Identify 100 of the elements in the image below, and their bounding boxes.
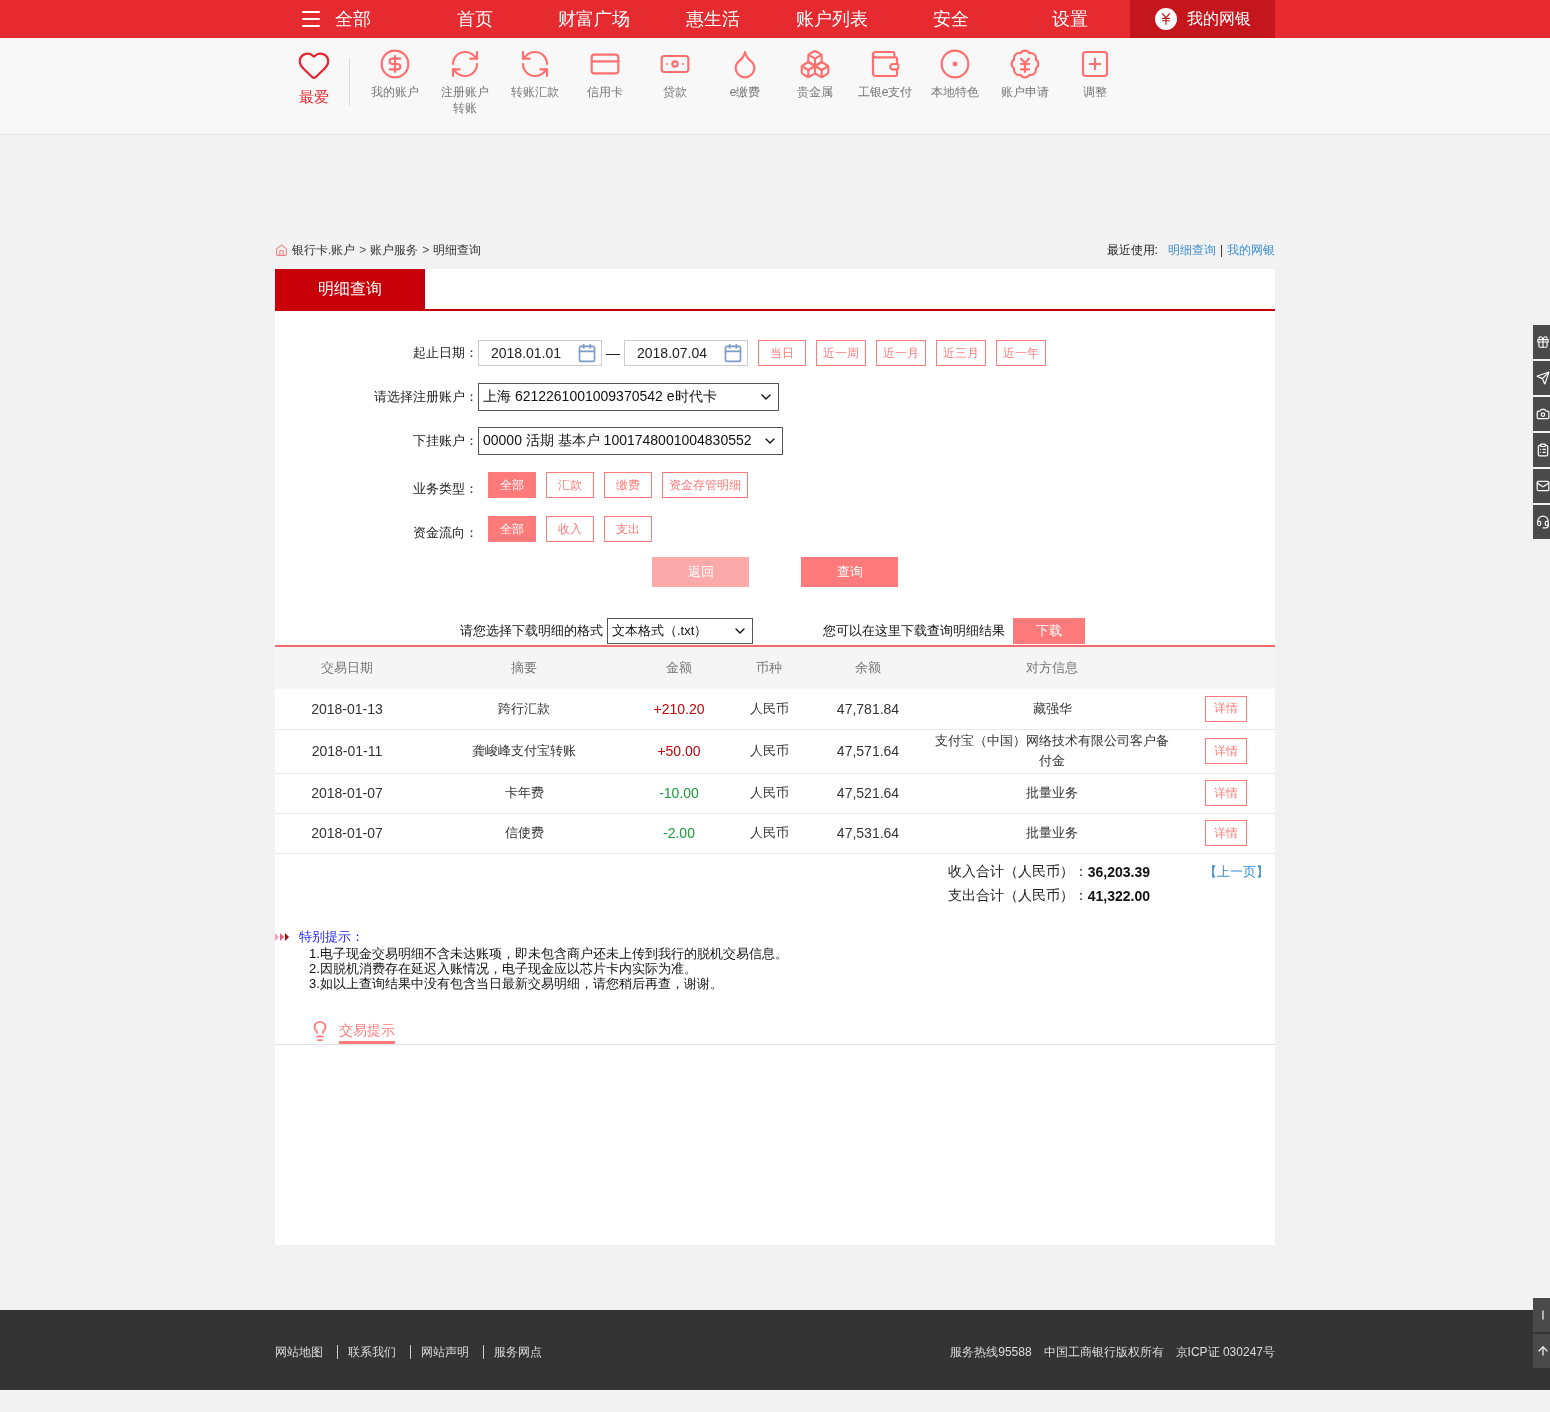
recent-label: 最近使用: — [1106, 241, 1158, 259]
shortcut-icon — [379, 48, 411, 80]
favorites-button[interactable]: 最爱 — [279, 48, 349, 107]
nav-item[interactable]: 账户列表 — [772, 0, 892, 38]
table-cell: 2018-01-07 — [275, 773, 419, 813]
table-cell-text: 批量业务 — [1025, 784, 1079, 802]
tip-tab[interactable]: 交易提示 — [339, 1021, 395, 1044]
nav-item[interactable]: 设置 — [1010, 0, 1131, 38]
shortcut-item[interactable]: 账户申请 — [990, 48, 1060, 100]
back-to-top-button[interactable] — [1533, 1334, 1550, 1368]
breadcrumb-link[interactable]: 银行卡.账户 — [292, 241, 356, 259]
date-range-button[interactable]: 近三月 — [936, 340, 986, 366]
sub-account-select[interactable]: 00000 活期 基本户 1001748001004830552 — [478, 427, 783, 455]
date-separator: — — [606, 345, 620, 361]
type-label: 业务类型： — [412, 480, 478, 498]
footer-link[interactable]: 网站声明 — [410, 1345, 479, 1359]
type-option[interactable]: 资金存管明细 — [662, 472, 748, 498]
footer-link[interactable]: 联系我们 — [337, 1345, 406, 1359]
total-value: 41,322.00 — [1087, 887, 1150, 904]
date-range-button[interactable]: 当日 — [758, 340, 806, 366]
menu-button[interactable]: 全部 — [275, 0, 415, 38]
nav-item[interactable]: 财富广场 — [534, 0, 654, 38]
flow-option[interactable]: 全部 — [488, 516, 536, 542]
detail-button[interactable]: 详情 — [1205, 780, 1247, 806]
sub-account-label: 下挂账户： — [412, 432, 478, 450]
nav-item[interactable]: 首页 — [415, 0, 535, 38]
format-label: 请您选择下载明细的格式 — [460, 622, 603, 640]
shortcut-label: 工银e支付 — [856, 84, 914, 100]
link-separator: | — [1219, 243, 1223, 257]
shortcut-item[interactable]: 贵金属 — [780, 48, 850, 100]
footer-text: 中国工商银行版权所有 — [1043, 1343, 1164, 1361]
shortcut-item[interactable]: 信用卡 — [570, 48, 640, 100]
table-cell: 人民币 — [729, 773, 809, 813]
shortcut-icon — [519, 48, 551, 80]
recent-link[interactable]: 明细查询 — [1167, 241, 1216, 259]
my-bank-tab[interactable]: 我的网银 — [1130, 0, 1276, 38]
detail-button[interactable]: 详情 — [1205, 695, 1247, 722]
side-tool-button[interactable] — [1533, 505, 1550, 539]
footer-link[interactable]: 网站地图 — [275, 1345, 333, 1359]
table-cell: -2.00 — [629, 813, 729, 853]
table-cell: 47,531.64 — [809, 813, 927, 853]
flow-option[interactable]: 收入 — [546, 516, 594, 542]
side-tool-button[interactable] — [1533, 1298, 1550, 1332]
detail-button[interactable]: 详情 — [1205, 738, 1247, 764]
send-icon — [1536, 371, 1550, 385]
table-cell: 2018-01-11 — [275, 729, 419, 773]
nav-item[interactable]: 惠生活 — [653, 0, 773, 38]
flow-label: 资金流向： — [412, 524, 478, 542]
nav-item[interactable]: 安全 — [891, 0, 1011, 38]
flow-option[interactable]: 支出 — [604, 516, 652, 542]
type-option[interactable]: 全部 — [488, 472, 536, 498]
column-header: 对方信息 — [927, 647, 1177, 689]
table-cell: 人民币 — [729, 729, 809, 773]
shortcut-item[interactable]: 转账汇款 — [500, 48, 570, 100]
date-range-button[interactable]: 近一月 — [876, 340, 926, 366]
format-select[interactable]: 文本格式（.txt） — [607, 618, 753, 644]
side-tool-button[interactable] — [1533, 325, 1550, 359]
breadcrumb-link[interactable]: 明细查询 — [433, 241, 482, 259]
page-title-tab[interactable]: 明细查询 — [275, 269, 425, 309]
table-cell: 信使费 — [419, 813, 629, 853]
shortcut-item[interactable]: 注册账户转账 — [430, 48, 500, 116]
shortcut-item[interactable]: 本地特色 — [920, 48, 990, 100]
detail-button[interactable]: 详情 — [1205, 820, 1247, 846]
breadcrumb-link[interactable]: 账户服务 — [370, 241, 419, 259]
footer-text: 服务热线95588 — [950, 1343, 1032, 1361]
table-cell-text: 支付宝（中国）网络技术有限公司客户备付金 — [934, 732, 1170, 770]
table-cell-text: 批量业务 — [1025, 824, 1079, 842]
table-cell: 47,571.64 — [809, 729, 927, 773]
recent-link[interactable]: 我的网银 — [1227, 241, 1275, 259]
date-range-button[interactable]: 近一年 — [996, 340, 1046, 366]
side-tool-button[interactable] — [1533, 397, 1550, 431]
previous-page-link[interactable]: 【上一页】 — [1204, 862, 1269, 881]
shortcut-item[interactable]: 我的账户 — [360, 48, 430, 100]
query-button[interactable]: 查询 — [801, 557, 898, 587]
shortcut-label: 账户申请 — [1000, 84, 1050, 100]
side-tool-button[interactable] — [1533, 361, 1550, 395]
type-option[interactable]: 汇款 — [546, 472, 594, 498]
footer-link[interactable]: 服务网点 — [483, 1345, 552, 1359]
account-select[interactable]: 上海 6212261001009370542 e时代卡 — [478, 383, 779, 411]
shortcut-item[interactable]: 调整 — [1060, 48, 1130, 100]
shortcut-label: 本地特色 — [930, 84, 980, 100]
note-text: 1.电子现金交易明细不含未达账项，即未包含商户还未上传到我行的脱机交易信息。 — [308, 945, 789, 961]
download-button[interactable]: 下载 — [1013, 618, 1085, 644]
shortcut-label: 调整 — [1082, 84, 1108, 100]
date-range-button[interactable]: 近一周 — [816, 340, 866, 366]
shortcut-icon — [939, 48, 971, 80]
shortcut-item[interactable]: 贷款 — [640, 48, 710, 100]
side-tool-button[interactable] — [1533, 433, 1550, 467]
end-date-field[interactable]: 2018.07.04 — [624, 340, 748, 366]
shortcut-item[interactable]: e缴费 — [710, 48, 780, 100]
total-value: 36,203.39 — [1087, 863, 1150, 880]
table-cell: 人民币 — [729, 689, 809, 729]
side-tool-button[interactable] — [1533, 469, 1550, 503]
start-date-field[interactable]: 2018.01.01 — [478, 340, 602, 366]
type-option[interactable]: 缴费 — [604, 472, 652, 498]
column-header: 交易日期 — [275, 647, 419, 689]
shortcut-item[interactable]: 工银e支付 — [850, 48, 920, 100]
home-icon — [275, 243, 288, 257]
table-cell: 47,781.84 — [809, 689, 927, 729]
calendar-icon — [723, 343, 743, 363]
